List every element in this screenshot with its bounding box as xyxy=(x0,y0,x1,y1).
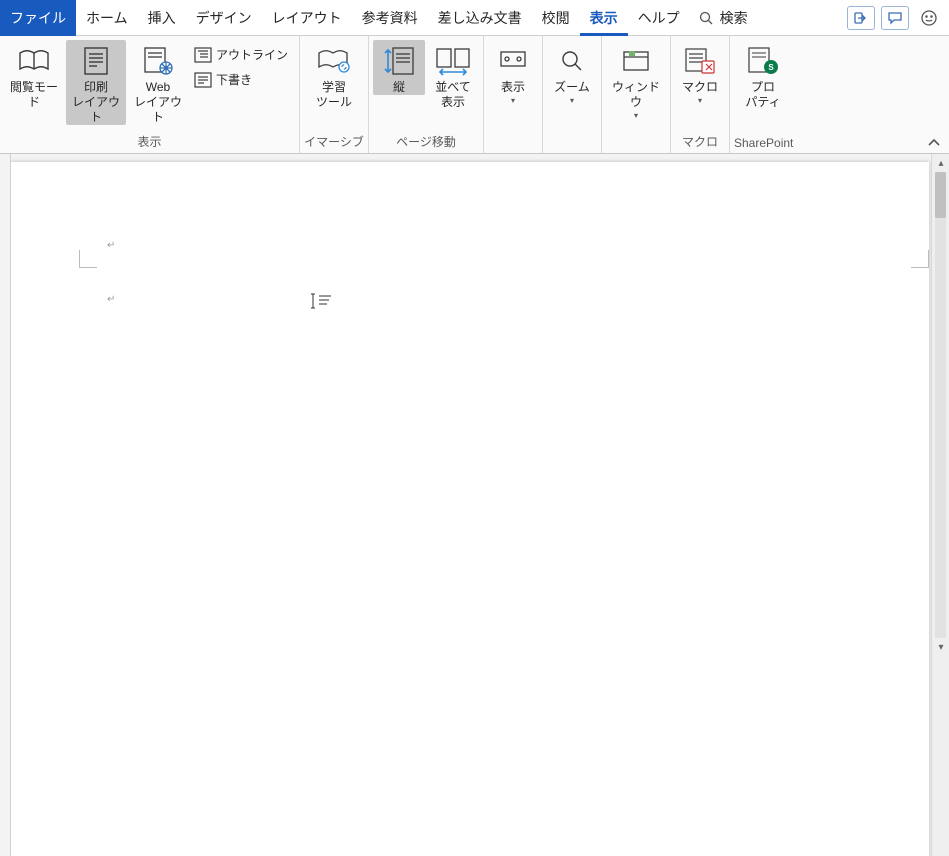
chevron-up-icon: ▴ xyxy=(938,158,943,169)
ribbon-group-sharepoint: S プロ パティ SharePoint xyxy=(730,36,797,153)
btn-show-label: 表示 xyxy=(501,80,525,95)
zoom-icon xyxy=(552,44,592,78)
paragraph-mark: ↵ xyxy=(107,240,115,251)
chevron-down-icon: ▾ xyxy=(698,96,702,106)
btn-draft[interactable]: 下書き xyxy=(190,69,292,90)
btn-web-layout-label: Web レイアウト xyxy=(130,80,186,125)
search-label: 検索 xyxy=(720,8,748,28)
ribbon-group-zoom: ズーム ▾ xyxy=(543,36,602,153)
search-icon xyxy=(698,10,714,26)
ribbon-collapse-button[interactable] xyxy=(919,133,949,153)
ribbon-group-view-label: 表示 xyxy=(4,131,295,153)
comments-button[interactable] xyxy=(881,6,909,30)
tab-review[interactable]: 校閲 xyxy=(532,0,580,36)
btn-learning-tools[interactable]: 学習 ツール xyxy=(304,40,364,110)
chevron-down-icon: ▾ xyxy=(511,96,515,106)
ribbon-group-zoom-label xyxy=(547,148,597,153)
chevron-down-icon: ▾ xyxy=(634,111,638,121)
show-icon xyxy=(493,44,533,78)
btn-learning-tools-label: 学習 ツール xyxy=(316,80,352,110)
btn-macro-dropdown[interactable]: マクロ ▾ xyxy=(675,40,725,106)
left-gutter xyxy=(0,154,11,856)
scroll-down-button[interactable]: ▾ xyxy=(932,638,949,656)
tab-home[interactable]: ホーム xyxy=(76,0,138,36)
ribbon-group-window: ウィンドウ ▾ xyxy=(602,36,671,153)
sharepoint-icon: S xyxy=(743,44,783,78)
btn-side-by-side[interactable]: 並べて 表示 xyxy=(427,40,479,110)
learning-tools-icon xyxy=(314,44,354,78)
btn-zoom-dropdown[interactable]: ズーム ▾ xyxy=(547,40,597,106)
chevron-down-icon: ▾ xyxy=(938,642,943,653)
margin-corner-top-left xyxy=(79,250,97,268)
tab-help[interactable]: ヘルプ xyxy=(628,0,690,36)
paragraph-mark: ↵ xyxy=(107,294,115,305)
btn-property[interactable]: S プロ パティ xyxy=(734,40,792,110)
ribbon-group-page-move-label: ページ移動 xyxy=(373,131,479,153)
chevron-down-icon: ▾ xyxy=(570,96,574,106)
share-button[interactable] xyxy=(847,6,875,30)
macro-icon xyxy=(680,44,720,78)
document-page[interactable]: ↵ ↵ xyxy=(11,162,929,856)
tab-design[interactable]: デザイン xyxy=(186,0,262,36)
tab-view[interactable]: 表示 xyxy=(580,0,628,36)
btn-window-label: ウィンドウ xyxy=(608,80,664,110)
btn-read-mode[interactable]: 閲覧モード xyxy=(4,40,64,110)
text-cursor-icon xyxy=(309,292,333,310)
face-feedback-button[interactable] xyxy=(915,4,943,32)
btn-web-layout[interactable]: Web レイアウト xyxy=(128,40,188,125)
tab-file[interactable]: ファイル xyxy=(0,0,76,36)
search-box[interactable]: 検索 xyxy=(690,8,756,28)
smile-icon xyxy=(919,8,939,28)
tab-references[interactable]: 参考資料 xyxy=(352,0,428,36)
btn-property-label: プロ パティ xyxy=(745,80,780,110)
btn-side-by-side-label: 並べて 表示 xyxy=(435,80,471,110)
comment-icon xyxy=(887,10,903,26)
btn-window-dropdown[interactable]: ウィンドウ ▾ xyxy=(606,40,666,121)
window-icon xyxy=(616,44,656,78)
ribbon-group-show-label xyxy=(488,148,538,153)
tab-mailings[interactable]: 差し込み文書 xyxy=(428,0,532,36)
scroll-up-button[interactable]: ▴ xyxy=(932,154,949,172)
tab-insert[interactable]: 挿入 xyxy=(138,0,186,36)
web-layout-icon xyxy=(138,44,178,78)
ribbon-group-immersive-label: イマーシブ xyxy=(304,131,364,153)
ribbon-group-window-label xyxy=(606,148,666,153)
ribbon-group-sharepoint-label: SharePoint xyxy=(734,134,793,153)
ribbon-group-macro: マクロ ▾ マクロ xyxy=(671,36,730,153)
scroll-track[interactable] xyxy=(935,172,946,638)
btn-print-layout[interactable]: 印刷 レイアウト xyxy=(66,40,126,125)
btn-print-layout-label: 印刷 レイアウト xyxy=(68,80,124,125)
ribbon: 閲覧モード 印刷 レイアウト Web レイアウト アウ xyxy=(0,36,949,154)
scroll-thumb[interactable] xyxy=(935,172,946,218)
btn-outline[interactable]: アウトライン xyxy=(190,44,292,65)
ribbon-group-page-move: 縦 並べて 表示 ページ移動 xyxy=(369,36,484,153)
tab-layout[interactable]: レイアウト xyxy=(262,0,352,36)
svg-text:S: S xyxy=(768,63,774,72)
ribbon-group-macro-label: マクロ xyxy=(675,131,725,153)
btn-vertical[interactable]: 縦 xyxy=(373,40,425,95)
side-by-side-icon xyxy=(433,44,473,78)
ribbon-group-immersive: 学習 ツール イマーシブ xyxy=(300,36,369,153)
vertical-scrollbar[interactable]: ▴ ▾ xyxy=(931,154,949,856)
btn-show-dropdown[interactable]: 表示 ▾ xyxy=(488,40,538,106)
chevron-up-icon xyxy=(927,137,941,149)
document-workspace: ↵ ↵ ▴ ▾ xyxy=(0,154,949,856)
btn-outline-label: アウトライン xyxy=(216,46,288,63)
btn-zoom-label: ズーム xyxy=(554,80,590,95)
draft-icon xyxy=(194,72,212,88)
read-mode-icon xyxy=(14,44,54,78)
btn-draft-label: 下書き xyxy=(216,71,252,88)
page-viewport[interactable]: ↵ ↵ xyxy=(11,154,931,856)
ribbon-group-view: 閲覧モード 印刷 レイアウト Web レイアウト アウ xyxy=(0,36,300,153)
btn-macro-label: マクロ xyxy=(682,80,718,95)
btn-read-mode-label: 閲覧モード xyxy=(6,80,62,110)
btn-vertical-label: 縦 xyxy=(393,80,405,95)
ribbon-group-show: 表示 ▾ xyxy=(484,36,543,153)
vertical-icon xyxy=(379,44,419,78)
margin-corner-top-right xyxy=(911,250,929,268)
share-icon xyxy=(853,10,869,26)
print-layout-icon xyxy=(76,44,116,78)
menu-bar: ファイル ホーム 挿入 デザイン レイアウト 参考資料 差し込み文書 校閲 表示… xyxy=(0,0,949,36)
outline-icon xyxy=(194,47,212,63)
